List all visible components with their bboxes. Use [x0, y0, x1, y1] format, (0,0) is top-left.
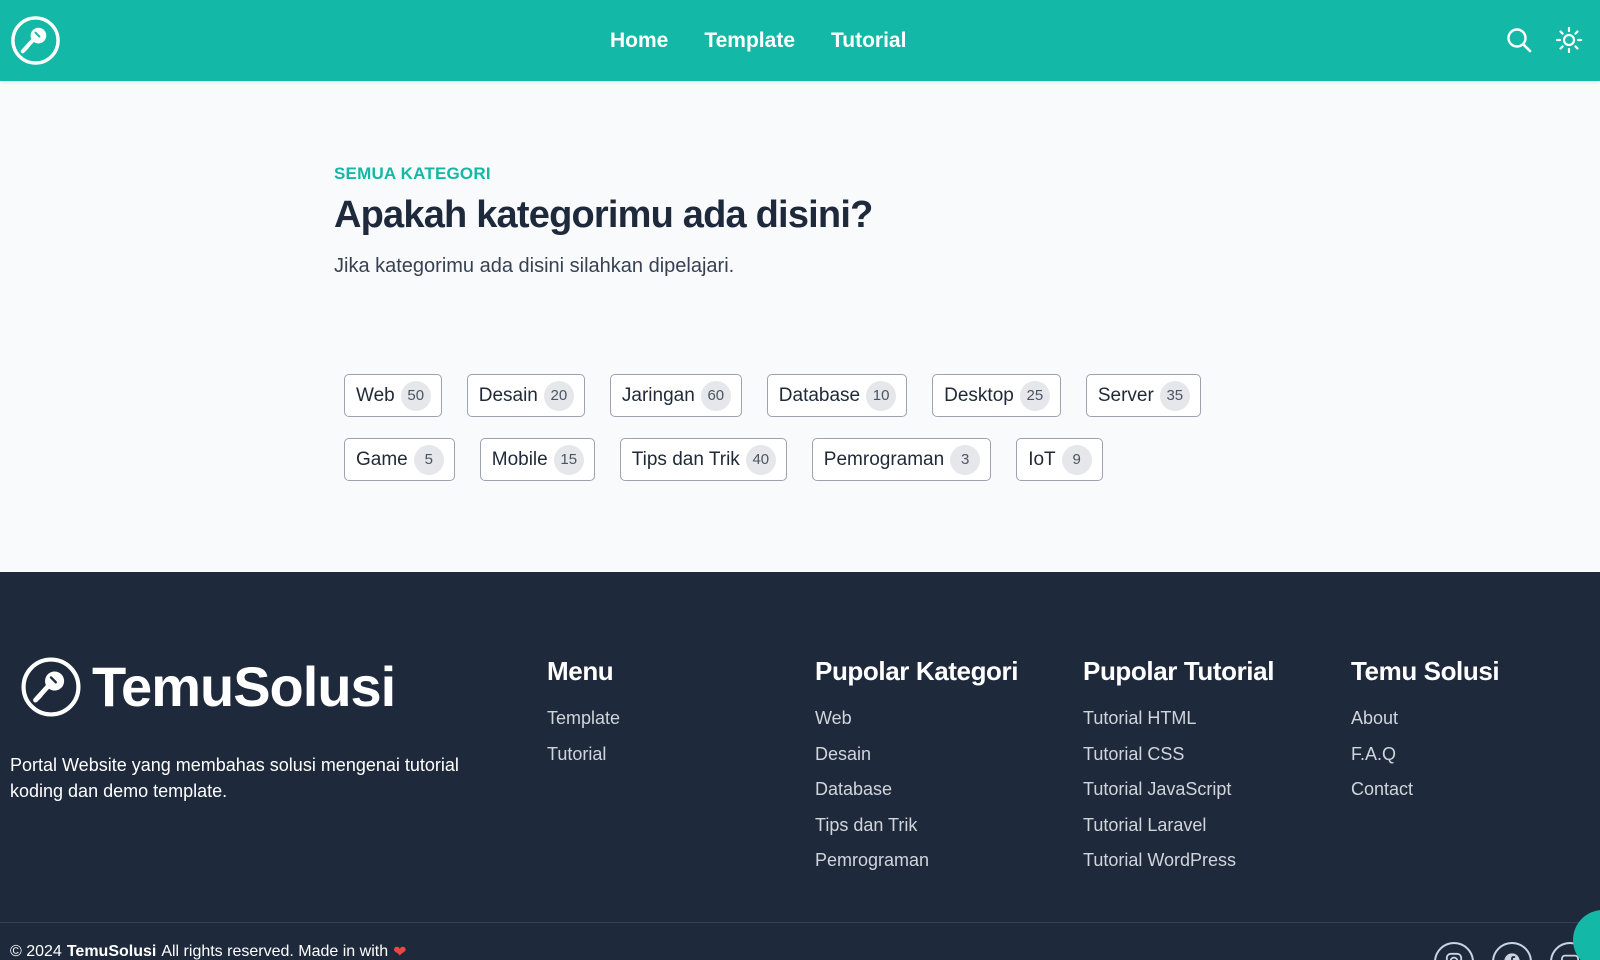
lightbulb-logo-icon[interactable]: [10, 15, 61, 66]
footer-link[interactable]: Tutorial JavaScript: [1083, 778, 1274, 814]
footer-column-popular-tutorials: Pupolar Tutorial Tutorial HTML Tutorial …: [1083, 656, 1274, 885]
footer-link[interactable]: Desain: [815, 743, 1018, 779]
floating-action-button[interactable]: [1573, 910, 1600, 960]
category-section: SEMUA KATEGORI Apakah kategorimu ada dis…: [0, 81, 1600, 572]
footer-column-title: Pupolar Kategori: [815, 656, 1019, 686]
category-chip-game[interactable]: Game 5: [344, 438, 455, 481]
chip-label: Desktop: [944, 384, 1014, 406]
chip-label: Game: [356, 448, 408, 470]
footer-link[interactable]: Tutorial CSS: [1083, 743, 1274, 779]
copyright-suffix: All rights reserved. Made in with: [161, 943, 389, 960]
chip-count: 35: [1159, 380, 1190, 411]
chip-count: 15: [553, 444, 584, 475]
category-chip-pemrograman[interactable]: Pemrograman 3: [811, 438, 992, 481]
nav-template[interactable]: Template: [704, 29, 795, 53]
chip-label: Mobile: [491, 448, 548, 470]
footer-link[interactable]: About: [1351, 707, 1499, 743]
facebook-icon[interactable]: [1492, 942, 1532, 960]
footer-link[interactable]: Web: [815, 707, 1018, 743]
footer-column-temu-solusi: Temu Solusi About F.A.Q Contact: [1351, 656, 1500, 814]
footer-column-menu: Menu Template Tutorial: [547, 656, 620, 778]
category-chip-iot[interactable]: IoT 9: [1016, 438, 1103, 481]
lightbulb-logo-icon: [21, 656, 81, 717]
chip-label: Jaringan: [621, 384, 695, 406]
footer-column-title: Pupolar Tutorial: [1083, 656, 1275, 686]
category-chip-desain[interactable]: Desain 20: [466, 374, 585, 417]
chip-label: Tips dan Trik: [631, 448, 740, 470]
category-chip-tips-dan-trik[interactable]: Tips dan Trik 40: [619, 438, 787, 481]
nav-tutorial[interactable]: Tutorial: [831, 29, 906, 53]
chip-count: 5: [413, 444, 444, 475]
chip-count: 9: [1061, 444, 1092, 475]
copyright-brand[interactable]: TemuSolusi: [67, 943, 157, 960]
footer-link[interactable]: Database: [815, 778, 1018, 814]
footer-link[interactable]: Tutorial Laravel: [1083, 814, 1274, 850]
footer-link[interactable]: Tutorial WordPress: [1083, 849, 1274, 885]
section-eyebrow: SEMUA KATEGORI: [334, 164, 491, 183]
footer-link[interactable]: Tutorial: [547, 743, 620, 779]
brand-description: Portal Website yang membahas solusi meng…: [10, 755, 459, 801]
chip-label: Pemrograman: [823, 448, 945, 470]
category-chip-server[interactable]: Server 35: [1085, 374, 1201, 417]
footer-link[interactable]: Template: [547, 707, 620, 743]
chip-label: Server: [1097, 384, 1154, 406]
footer-column-popular-categories: Pupolar Kategori Web Desain Database Tip…: [815, 656, 1018, 885]
nav-home[interactable]: Home: [610, 29, 668, 53]
footer-link[interactable]: Contact: [1351, 778, 1499, 814]
category-chip-web[interactable]: Web 50: [344, 374, 442, 417]
chip-count: 40: [745, 444, 776, 475]
category-chip-mobile[interactable]: Mobile 15: [479, 438, 595, 481]
chip-count: 25: [1019, 380, 1050, 411]
category-chip-desktop[interactable]: Desktop 25: [932, 374, 1061, 417]
instagram-icon[interactable]: [1434, 942, 1474, 960]
chip-count: 50: [400, 380, 431, 411]
footer-brand[interactable]: TemuSolusi: [20, 654, 396, 719]
chip-count: 10: [866, 380, 897, 411]
category-chip-jaringan[interactable]: Jaringan 60: [609, 374, 742, 417]
chip-label: IoT: [1028, 448, 1056, 470]
copyright-prefix: © 2024: [10, 943, 62, 960]
sun-icon[interactable]: [1555, 26, 1583, 54]
footer-column-title: Temu Solusi: [1351, 656, 1500, 686]
top-navbar: Home Template Tutorial: [0, 0, 1600, 81]
footer-link[interactable]: Tutorial HTML: [1083, 707, 1274, 743]
footer-link[interactable]: Tips dan Trik: [815, 814, 1018, 850]
site-footer: TemuSolusi Portal Website yang membahas …: [0, 572, 1600, 960]
chip-count: 60: [700, 380, 731, 411]
chip-label: Web: [356, 384, 395, 406]
footer-link[interactable]: Pemrograman: [815, 849, 1018, 885]
footer-column-title: Menu: [547, 656, 614, 686]
chip-label: Desain: [478, 384, 538, 406]
brand-name: TemuSolusi: [92, 655, 396, 718]
main-nav: Home Template Tutorial: [610, 0, 906, 81]
page-title: Apakah kategorimu ada disini?: [334, 194, 873, 236]
search-icon[interactable]: [1505, 26, 1533, 54]
category-chip-database[interactable]: Database 10: [766, 374, 908, 417]
copyright-text: © 2024 TemuSolusi All rights reserved. M…: [10, 942, 407, 960]
page-subtitle: Jika kategorimu ada disini silahkan dipe…: [334, 255, 735, 277]
chip-count: 3: [950, 444, 981, 475]
footer-link[interactable]: F.A.Q: [1351, 743, 1499, 779]
category-chips: Web 50 Desain 20 Jaringan 60 Database 10…: [344, 374, 1244, 481]
chip-count: 20: [543, 380, 574, 411]
footer-divider: [0, 922, 1600, 923]
chip-label: Database: [778, 384, 861, 406]
heart-icon: ❤: [393, 944, 407, 960]
